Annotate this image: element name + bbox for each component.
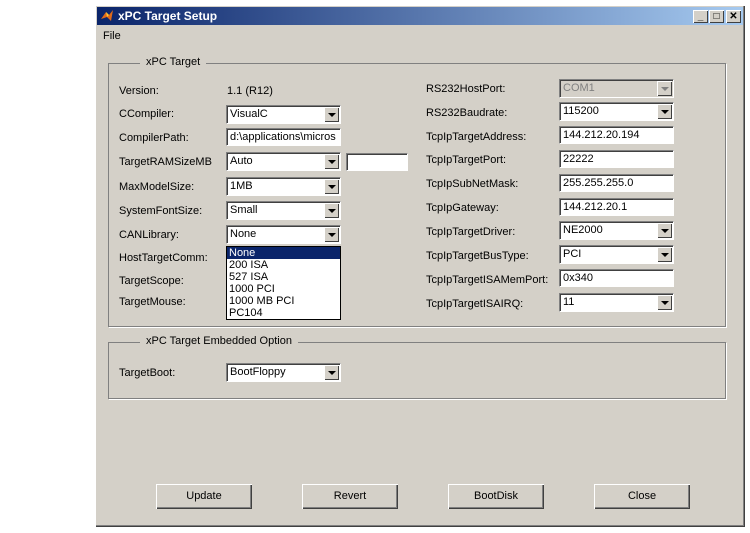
rs232baudrate-label: RS232Baudrate: (426, 107, 508, 119)
hosttargetcomm-label: HostTargetComm: (119, 252, 208, 264)
targetscope-label: TargetScope: (119, 275, 184, 287)
maxmodelsize-label: MaxModelSize: (119, 181, 195, 193)
tcpiptargetbustype-value: PCI (563, 248, 582, 260)
close-window-icon[interactable]: ✕ (726, 10, 741, 23)
systemfontsize-value: Small (230, 204, 258, 216)
chevron-down-icon[interactable] (657, 295, 672, 310)
chevron-down-icon[interactable] (324, 107, 339, 122)
bootdisk-button[interactable]: BootDisk (448, 484, 544, 509)
tcpiptargetdriver-label: TcpIpTargetDriver: (426, 226, 516, 238)
tcpipgateway-field[interactable]: 144.212.20.1 (559, 198, 674, 216)
canlibrary-dropdown-list: None 200 ISA 527 ISA 1000 PCI 1000 MB PC… (226, 246, 341, 320)
xpc-target-panel-title: xPC Target (140, 56, 207, 68)
tcpipgateway-label: TcpIpGateway: (426, 202, 499, 214)
tcpiptargetisamemport-field[interactable]: 0x340 (559, 269, 674, 287)
menu-bar: File (103, 30, 121, 42)
targetram-custom-field[interactable] (346, 153, 408, 171)
setup-window: xPC Target Setup _ □ ✕ File xPC Target V… (95, 5, 745, 527)
dropdown-option-1000-pci[interactable]: 1000 PCI (227, 283, 340, 295)
tcpiptargetisamemport-label: TcpIpTargetISAMemPort: (426, 274, 549, 286)
tcpipsubnetmask-label: TcpIpSubNetMask: (426, 178, 519, 190)
ccompiler-select[interactable]: VisualC (226, 105, 341, 124)
title-bar[interactable]: xPC Target Setup _ □ ✕ (97, 7, 743, 25)
tcpiptargetisairq-value: 11 (563, 296, 575, 308)
dropdown-option-1000-mb-pci[interactable]: 1000 MB PCI (227, 295, 340, 307)
rs232hostport-label: RS232HostPort: (426, 83, 506, 95)
systemfontsize-select[interactable]: Small (226, 201, 341, 220)
ccompiler-label: CCompiler: (119, 108, 175, 120)
chevron-down-icon[interactable] (657, 81, 672, 96)
ccompiler-value: VisualC (230, 108, 268, 120)
chevron-down-icon[interactable] (657, 247, 672, 262)
targetmouse-label: TargetMouse: (119, 296, 186, 308)
version-value: 1.1 (R12) (227, 85, 273, 97)
tcpiptargetaddress-label: TcpIpTargetAddress: (426, 131, 527, 143)
maxmodelsize-value: 1MB (230, 180, 253, 192)
tcpiptargetisairq-select[interactable]: 11 (559, 293, 674, 312)
tcpipsubnetmask-field[interactable]: 255.255.255.0 (559, 174, 674, 192)
close-button[interactable]: Close (594, 484, 690, 509)
tcpiptargetbustype-label: TcpIpTargetBusType: (426, 250, 529, 262)
canlibrary-select[interactable]: None (226, 225, 341, 244)
targetboot-label: TargetBoot: (119, 367, 176, 379)
rs232baudrate-select[interactable]: 115200 (559, 102, 674, 121)
compilerpath-label: CompilerPath: (119, 132, 189, 144)
tcpiptargetbustype-select[interactable]: PCI (559, 245, 674, 264)
revert-button[interactable]: Revert (302, 484, 398, 509)
canlibrary-label: CANLibrary: (119, 229, 179, 241)
chevron-down-icon[interactable] (324, 154, 339, 169)
update-button[interactable]: Update (156, 484, 252, 509)
systemfontsize-label: SystemFontSize: (119, 205, 203, 217)
rs232hostport-select[interactable]: COM1 (559, 79, 674, 98)
chevron-down-icon[interactable] (324, 227, 339, 242)
maximize-icon[interactable]: □ (709, 10, 724, 23)
minimize-icon[interactable]: _ (693, 10, 708, 23)
targetram-label: TargetRAMSizeMB (119, 156, 212, 168)
tcpiptargetdriver-select[interactable]: NE2000 (559, 221, 674, 240)
targetboot-value: BootFloppy (230, 366, 286, 378)
dropdown-option-none[interactable]: None (227, 247, 340, 259)
version-label: Version: (119, 85, 159, 97)
dropdown-option-527-isa[interactable]: 527 ISA (227, 271, 340, 283)
rs232baudrate-value: 115200 (563, 105, 599, 117)
chevron-down-icon[interactable] (324, 179, 339, 194)
canlibrary-value: None (230, 228, 257, 240)
chevron-down-icon[interactable] (657, 223, 672, 238)
window-title: xPC Target Setup (118, 9, 218, 23)
tcpiptargetport-label: TcpIpTargetPort: (426, 154, 507, 166)
matlab-logo-icon (101, 10, 113, 21)
tcpiptargetdriver-value: NE2000 (563, 224, 603, 236)
embedded-option-panel: xPC Target Embedded Option (108, 335, 726, 399)
tcpiptargetport-field[interactable]: 22222 (559, 150, 674, 168)
tcpiptargetaddress-field[interactable]: 144.212.20.194 (559, 126, 674, 144)
targetram-value: Auto (230, 155, 253, 167)
chevron-down-icon[interactable] (324, 365, 339, 380)
targetboot-select[interactable]: BootFloppy (226, 363, 341, 382)
maxmodelsize-select[interactable]: 1MB (226, 177, 341, 196)
menu-file[interactable]: File (103, 30, 121, 42)
dropdown-option-pc104[interactable]: PC104 (227, 307, 340, 319)
chevron-down-icon[interactable] (657, 104, 672, 119)
compilerpath-field[interactable]: d:\applications\micros (226, 128, 341, 146)
dropdown-option-200-isa[interactable]: 200 ISA (227, 259, 340, 271)
tcpiptargetisairq-label: TcpIpTargetISAIRQ: (426, 298, 524, 310)
targetram-select[interactable]: Auto (226, 152, 341, 171)
embedded-option-panel-title: xPC Target Embedded Option (140, 335, 298, 347)
rs232hostport-value: COM1 (563, 82, 595, 94)
chevron-down-icon[interactable] (324, 203, 339, 218)
